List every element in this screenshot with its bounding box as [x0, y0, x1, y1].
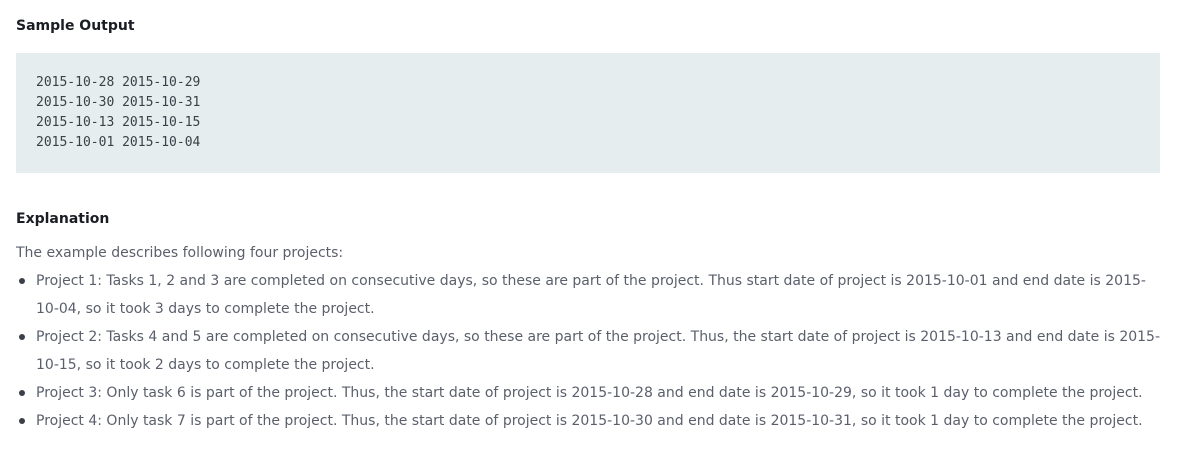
- list-item-text: Project 2: Tasks 4 and 5 are completed o…: [36, 329, 1161, 373]
- bullet-icon: [19, 334, 25, 340]
- bullet-icon: [19, 418, 25, 424]
- code-line: 2015-10-13 2015-10-15: [36, 115, 201, 130]
- code-line: 2015-10-30 2015-10-31: [36, 95, 201, 110]
- sample-output-code-block: 2015-10-28 2015-10-29 2015-10-30 2015-10…: [16, 53, 1160, 173]
- list-item-text: Project 4: Only task 7 is part of the pr…: [36, 413, 1143, 429]
- code-line: 2015-10-28 2015-10-29: [36, 75, 201, 90]
- list-item: Project 1: Tasks 1, 2 and 3 are complete…: [16, 267, 1166, 323]
- bullet-icon: [19, 278, 25, 284]
- problem-section: Sample Output 2015-10-28 2015-10-29 2015…: [0, 0, 1182, 455]
- sample-output-heading: Sample Output: [16, 18, 135, 34]
- list-item: Project 3: Only task 6 is part of the pr…: [16, 379, 1166, 407]
- bullet-icon: [19, 390, 25, 396]
- code-line: 2015-10-01 2015-10-04: [36, 135, 201, 150]
- explanation-list: Project 1: Tasks 1, 2 and 3 are complete…: [16, 267, 1166, 435]
- explanation-intro: The example describes following four pro…: [16, 245, 344, 261]
- list-item-text: Project 1: Tasks 1, 2 and 3 are complete…: [36, 273, 1146, 317]
- list-item: Project 4: Only task 7 is part of the pr…: [16, 407, 1166, 435]
- list-item-text: Project 3: Only task 6 is part of the pr…: [36, 385, 1143, 401]
- list-item: Project 2: Tasks 4 and 5 are completed o…: [16, 323, 1166, 379]
- explanation-heading: Explanation: [16, 211, 110, 227]
